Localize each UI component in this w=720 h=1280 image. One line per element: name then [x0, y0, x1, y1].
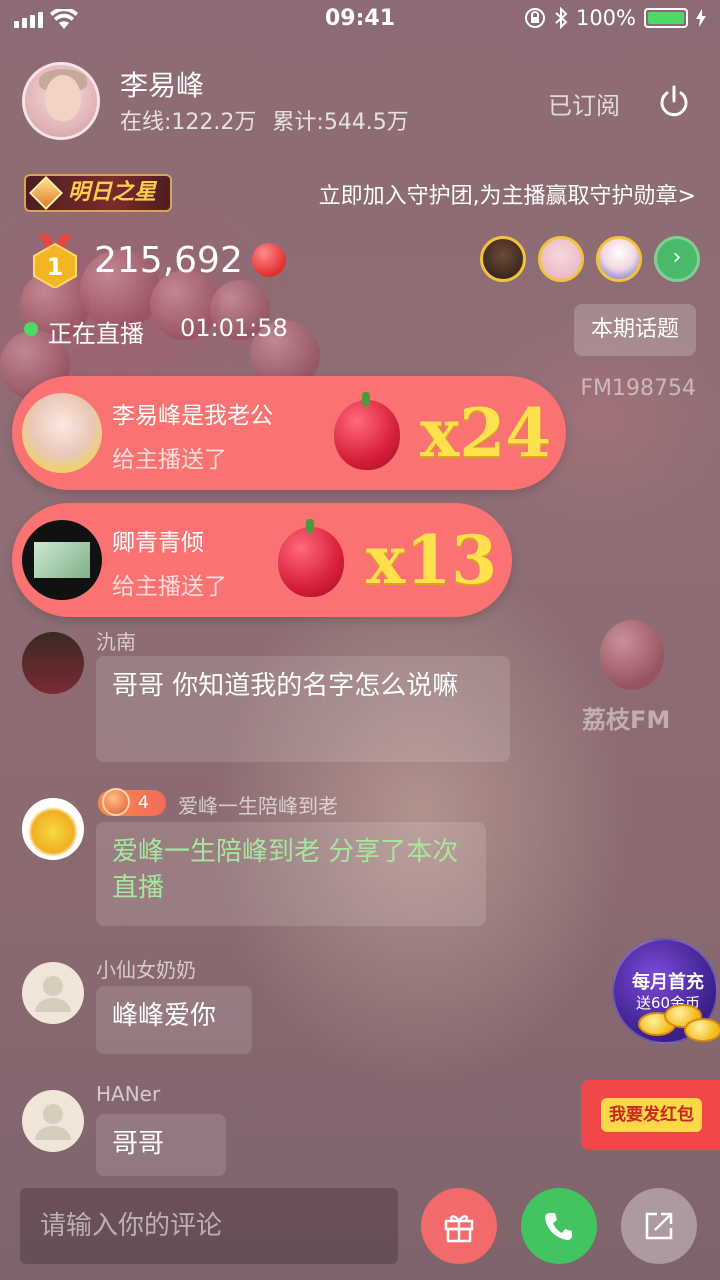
- diamond-icon: [29, 176, 63, 210]
- gift-button[interactable]: [421, 1188, 497, 1264]
- top-viewers: ›: [480, 236, 700, 282]
- commenter-name: 小仙女奶奶: [96, 958, 196, 982]
- guard-link[interactable]: 立即加入守护团,为主播赢取守护勋章>: [319, 178, 696, 210]
- viewer-avatar[interactable]: [596, 236, 642, 282]
- host-name: 李易峰: [120, 69, 205, 102]
- commenter-name: 氿南: [96, 630, 136, 654]
- recharge-promo[interactable]: 每月首充 送60金币: [608, 934, 720, 1046]
- promo-title: 每月首充: [632, 972, 704, 993]
- level-number: 4: [138, 793, 149, 813]
- gift-sender-name: 李易峰是我老公: [112, 403, 273, 429]
- red-packet-label: 我要发红包: [601, 1098, 702, 1132]
- lock-rotation-icon: [524, 8, 545, 28]
- watermark: 荔枝FM: [582, 706, 671, 734]
- host-avatar[interactable]: [22, 62, 100, 140]
- commenter-name: 爱峰一生陪峰到老: [178, 794, 338, 818]
- online-count: 在线:122.2万: [120, 110, 257, 135]
- comment-bubble: 哥哥 你知道我的名字怎么说嘛: [96, 656, 510, 762]
- score-value: 215,692: [94, 240, 243, 281]
- power-icon[interactable]: [656, 84, 692, 120]
- comment-bubble: 爱峰一生陪峰到老 分享了本次直播: [96, 822, 486, 926]
- gift-count: x24: [420, 394, 552, 472]
- gift-sender-avatar[interactable]: [22, 393, 102, 473]
- battery-icon: [644, 8, 688, 28]
- lychee-icon: [278, 519, 344, 597]
- status-right: 100%: [524, 6, 706, 30]
- host-stats: 在线:122.2万 累计:544.5万: [120, 104, 409, 136]
- chevron-right-icon[interactable]: ›: [654, 236, 700, 282]
- viewer-avatar[interactable]: [480, 236, 526, 282]
- comment-input[interactable]: [20, 1188, 398, 1264]
- live-label: 正在直播: [48, 320, 144, 348]
- medal-number: 1: [47, 253, 64, 281]
- medal-icon: 1: [33, 234, 77, 288]
- total-count: 累计:544.5万: [272, 110, 409, 135]
- charging-icon: [696, 9, 706, 27]
- share-icon: [645, 1212, 673, 1240]
- topic-button[interactable]: 本期话题: [574, 304, 696, 356]
- gift-sender-avatar[interactable]: [22, 520, 102, 600]
- phone-icon: [545, 1213, 572, 1240]
- level-badge: 4: [98, 788, 166, 816]
- lychee-icon: [334, 392, 400, 470]
- gift-banner: 卿青青倾 给主播送了 x13: [12, 503, 512, 617]
- lychee-icon: [252, 243, 286, 277]
- default-avatar-icon: [35, 1104, 71, 1140]
- fm-id: FM198754: [580, 376, 696, 401]
- comment-bubble: 峰峰爱你: [96, 986, 252, 1054]
- subscribe-button[interactable]: 已订阅: [548, 86, 620, 121]
- star-label: 明日之星: [68, 180, 157, 205]
- gift-count: x13: [366, 521, 498, 599]
- call-button[interactable]: [521, 1188, 597, 1264]
- share-button[interactable]: [621, 1188, 697, 1264]
- commenter-avatar[interactable]: [22, 632, 84, 694]
- gift-sender-name: 卿青青倾: [112, 530, 204, 556]
- commenter-avatar[interactable]: [22, 798, 84, 860]
- battery-percent: 100%: [575, 6, 636, 30]
- commenter-avatar[interactable]: [22, 1090, 84, 1152]
- lychee-watermark-icon: [600, 620, 664, 690]
- live-duration: 01:01:58: [180, 314, 288, 342]
- gift-action: 给主播送了: [112, 574, 227, 600]
- star-badge[interactable]: 明日之星: [24, 174, 173, 212]
- bluetooth-icon: [555, 7, 568, 29]
- commenter-avatar[interactable]: [22, 962, 84, 1024]
- commenter-name: HANer: [96, 1082, 161, 1106]
- status-bar: 09:41 100%: [0, 0, 720, 40]
- comment-bubble: 哥哥: [96, 1114, 226, 1176]
- gift-icon: [444, 1215, 474, 1243]
- default-avatar-icon: [35, 976, 71, 1012]
- red-packet-button[interactable]: 我要发红包: [581, 1080, 720, 1150]
- live-dot: [24, 322, 38, 336]
- gift-banner: 李易峰是我老公 给主播送了 x24: [12, 376, 566, 490]
- viewer-avatar[interactable]: [538, 236, 584, 282]
- coin-icon: [684, 1018, 720, 1042]
- gift-action: 给主播送了: [112, 447, 227, 473]
